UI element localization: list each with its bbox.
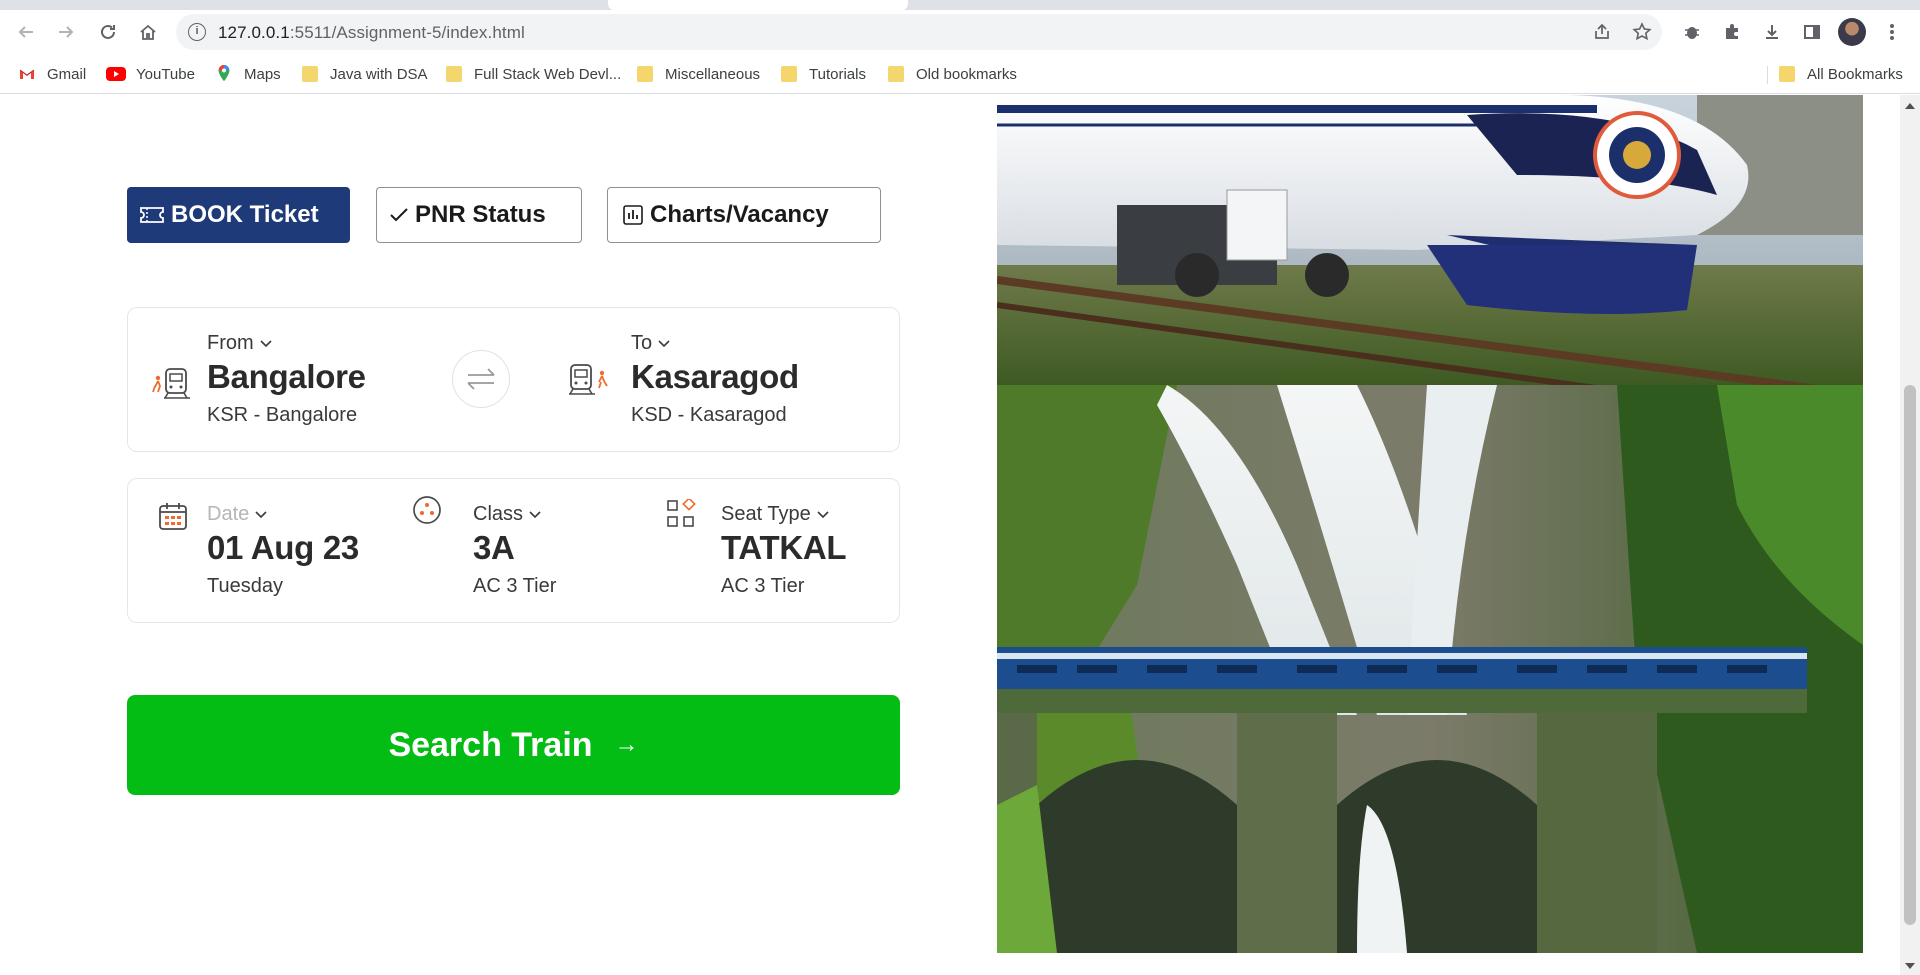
bug-icon: [1685, 27, 1699, 39]
address-bar[interactable]: i 127.0.0.1:5511/Assignment-5/index.html: [176, 14, 1662, 50]
home-button[interactable]: [132, 16, 164, 48]
ticket-icon: [140, 207, 164, 223]
hero-images: [997, 95, 1863, 953]
to-station: KSD - Kasaragod: [631, 404, 787, 426]
gmail-icon: [19, 69, 35, 79]
seat-type-desc: AC 3 Tier: [721, 575, 805, 597]
bookmark-gmail[interactable]: Gmail: [19, 64, 86, 84]
date-label[interactable]: Date: [207, 503, 267, 526]
chevron-down-icon: [260, 339, 272, 347]
page-scrollbar[interactable]: [1900, 95, 1920, 975]
seat-type-label[interactable]: Seat Type: [721, 503, 829, 526]
url-text[interactable]: 127.0.0.1:5511/Assignment-5/index.html: [218, 23, 525, 43]
site-info-icon[interactable]: i: [188, 23, 206, 41]
journey-options-card: Date 01 Aug 23 Tuesday Class 3A AC 3 Tie…: [127, 478, 900, 623]
tab-strip: [0, 0, 1920, 10]
bookmark-all[interactable]: All Bookmarks: [1779, 64, 1903, 84]
train-departure-icon: [152, 368, 190, 399]
extension-bug-button[interactable]: [1676, 16, 1708, 48]
dudhsagar-waterfall-train-image: [997, 385, 1863, 953]
class-desc: AC 3 Tier: [473, 575, 557, 597]
browser-toolbar: i 127.0.0.1:5511/Assignment-5/index.html: [0, 10, 1920, 54]
scrollbar-thumb[interactable]: [1904, 385, 1916, 925]
folder-icon: [781, 66, 797, 82]
folder-icon: [888, 66, 904, 82]
check-icon: [390, 208, 408, 222]
chevron-down-icon: [817, 510, 829, 518]
back-button[interactable]: [10, 16, 42, 48]
bookmark-folder-tutorials[interactable]: Tutorials: [781, 64, 866, 84]
browser-menu-button[interactable]: [1876, 16, 1908, 48]
forward-button[interactable]: [50, 16, 82, 48]
seat-type-value[interactable]: TATKAL: [721, 529, 847, 567]
kebab-menu-icon: [1890, 24, 1894, 40]
page-content: BOOK Ticket PNR Status Charts/Vacancy Fr…: [0, 95, 1920, 975]
puzzle-icon: [1726, 24, 1738, 39]
scroll-up-arrow-icon[interactable]: [1905, 103, 1915, 109]
bookmarks-separator: [1767, 66, 1768, 84]
tab-pnr-status[interactable]: PNR Status: [376, 187, 582, 243]
bookmark-maps[interactable]: Maps: [216, 64, 281, 84]
folder-icon: [637, 66, 653, 82]
folder-icon: [1779, 66, 1795, 82]
swap-stations-button[interactable]: [452, 350, 510, 408]
active-tab[interactable]: [608, 0, 908, 10]
bookmark-star-icon[interactable]: [1632, 22, 1652, 42]
profile-avatar[interactable]: [1838, 18, 1866, 46]
bookmarks-bar: Gmail YouTube Maps Java with DSA Full St…: [0, 54, 1920, 94]
class-value[interactable]: 3A: [473, 529, 515, 567]
chevron-down-icon: [529, 510, 541, 518]
side-panel-button[interactable]: [1796, 16, 1828, 48]
folder-icon: [446, 66, 462, 82]
arrow-right-icon: →: [614, 731, 639, 758]
from-label[interactable]: From: [207, 332, 272, 355]
date-day: Tuesday: [207, 575, 283, 597]
date-value[interactable]: 01 Aug 23: [207, 529, 359, 567]
from-city[interactable]: Bangalore: [207, 358, 366, 396]
youtube-icon: [106, 67, 126, 81]
tab-book-ticket[interactable]: BOOK Ticket: [127, 187, 350, 243]
class-label[interactable]: Class: [473, 503, 541, 526]
seat-type-grid-icon: [667, 499, 696, 527]
downloads-button[interactable]: [1756, 16, 1788, 48]
download-icon: [1766, 25, 1778, 39]
share-icon[interactable]: [1592, 22, 1612, 42]
chevron-down-icon: [255, 510, 267, 518]
route-card: From Bangalore KSR - Bangalore To Kasara…: [127, 307, 900, 452]
vande-bharat-train-image: [997, 95, 1863, 385]
from-station: KSR - Bangalore: [207, 404, 358, 426]
search-train-button[interactable]: Search Train →: [127, 695, 900, 795]
extensions-button[interactable]: [1716, 16, 1748, 48]
chevron-down-icon: [658, 339, 670, 347]
bookmark-youtube[interactable]: YouTube: [106, 64, 195, 84]
tab-charts-vacancy[interactable]: Charts/Vacancy: [607, 187, 881, 243]
side-panel-icon: [1804, 25, 1820, 39]
forward-arrow-icon: [59, 26, 74, 38]
to-city[interactable]: Kasaragod: [631, 358, 799, 396]
home-icon: [140, 24, 156, 40]
bookmark-folder-fullstack[interactable]: Full Stack Web Devl...: [446, 64, 621, 84]
bookmark-folder-old[interactable]: Old bookmarks: [888, 64, 1017, 84]
reload-button[interactable]: [92, 16, 124, 48]
train-arrival-icon: [569, 364, 608, 395]
seat-class-icon: [413, 496, 441, 524]
calendar-icon: [159, 503, 187, 530]
bar-chart-icon: [623, 205, 643, 225]
maps-icon: [218, 65, 230, 82]
to-label[interactable]: To: [631, 332, 670, 355]
bookmark-folder-java[interactable]: Java with DSA: [302, 64, 428, 84]
scroll-down-arrow-icon[interactable]: [1905, 963, 1915, 969]
back-arrow-icon: [18, 26, 33, 38]
bookmark-folder-misc[interactable]: Miscellaneous: [637, 64, 760, 84]
folder-icon: [302, 66, 318, 82]
reload-icon: [101, 24, 115, 39]
swap-arrows-icon: [467, 368, 495, 390]
